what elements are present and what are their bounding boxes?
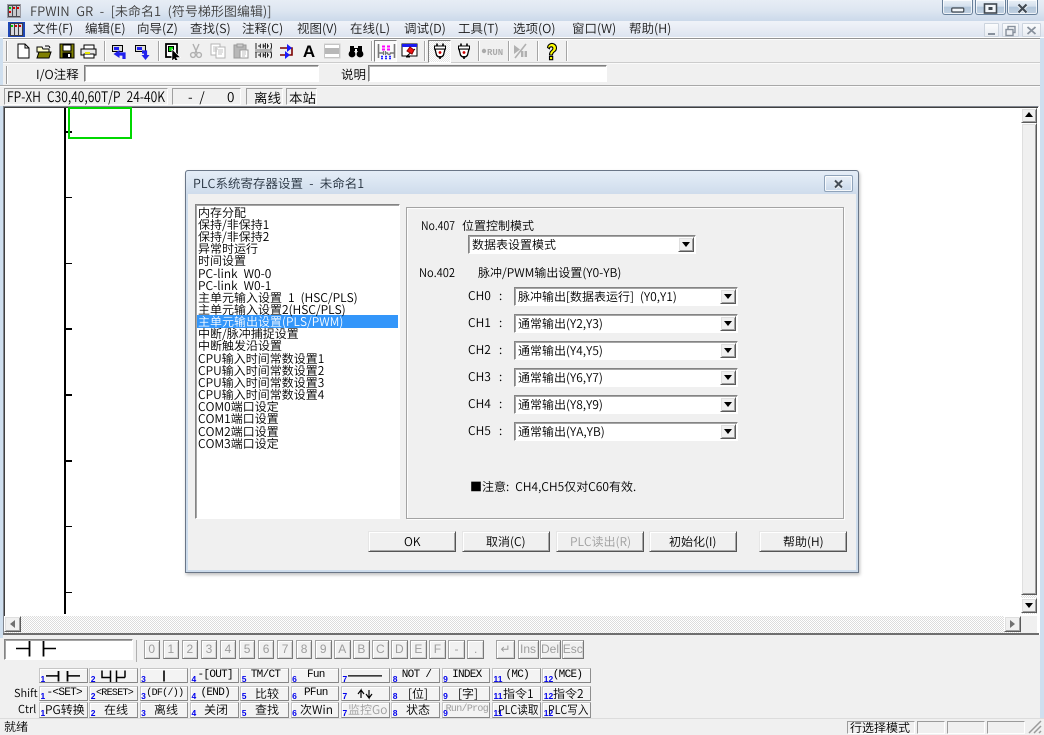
svg-text:RUN: RUN <box>487 48 503 58</box>
svg-text:A: A <box>303 42 315 60</box>
